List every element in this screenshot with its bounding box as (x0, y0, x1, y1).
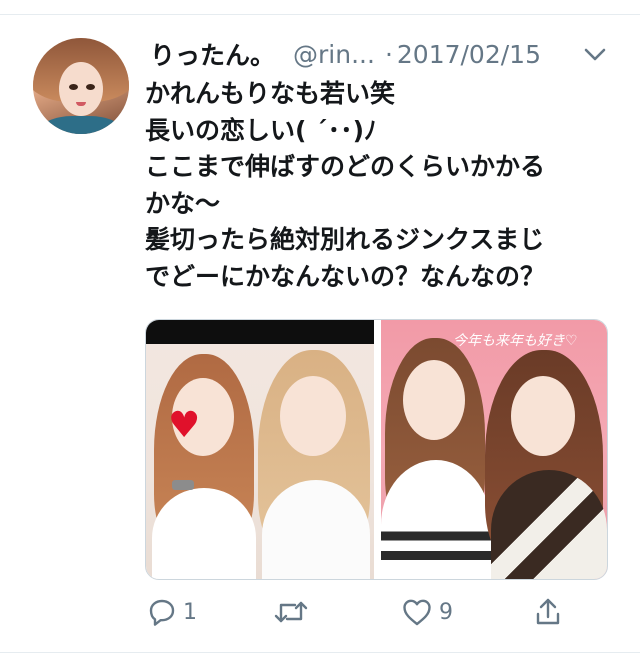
avatar-eye-left (69, 84, 78, 90)
avatar[interactable] (33, 38, 129, 134)
top-divider (0, 14, 640, 15)
reply-count: 1 (183, 599, 197, 625)
photo-black-bar (146, 320, 374, 344)
like-button[interactable]: 9 (401, 590, 453, 634)
avatar-eye-right (86, 84, 95, 90)
display-name[interactable]: りったん。 (150, 36, 275, 72)
photo-right-body-2 (491, 470, 607, 579)
separator: · (384, 39, 393, 69)
photo-right[interactable]: 今年も来年も好き♡ (381, 320, 607, 579)
tweet-text-line: かれんもりなも若い笑 (145, 79, 396, 108)
reply-button[interactable]: 1 (147, 590, 197, 634)
heart-sticker-icon: ♥ (168, 405, 201, 446)
bottom-divider (0, 652, 640, 653)
photo-left-body-2 (262, 480, 370, 579)
like-count: 9 (439, 599, 453, 625)
photo-right-body-1 (381, 460, 491, 579)
user-handle[interactable]: @rin... (293, 40, 375, 69)
tweet-text-line: 髪切ったら絶対別れるジンクスまじ (145, 225, 545, 254)
tweet-text-line: ここまで伸ばすのどのくらいかかる (145, 152, 546, 181)
media-grid: ♥ 今年も来年も好き♡ (145, 319, 608, 580)
retweet-icon (274, 601, 308, 623)
photo-right-face-2 (511, 376, 575, 456)
avatar-face (59, 62, 103, 116)
tweet-date[interactable]: 2017/02/15 (397, 40, 541, 69)
retweet-button[interactable] (273, 590, 315, 634)
avatar-shoulder (39, 116, 123, 134)
heart-icon (403, 599, 431, 626)
photo-caption: 今年も来年も好き♡ (453, 333, 578, 349)
tweet-text-line: でどーにかなんないの？なんなの？ (145, 261, 546, 291)
reply-icon (149, 599, 175, 626)
photo-right-face-1 (403, 360, 465, 440)
watch (172, 480, 194, 490)
tweet-actions: 1 9 (145, 590, 615, 634)
tweet-text-line: かな〜 (145, 188, 221, 218)
chevron-down-icon[interactable] (582, 44, 608, 66)
tweet-text: かれんもりなも若い笑 長いの恋しい( ´･･)ﾉ ここまで伸ばすのどのくらいかか… (145, 76, 615, 295)
tweet-header: りったん。 @rin... · 2017/02/15 (150, 36, 541, 72)
share-icon (536, 598, 560, 625)
photo-left-face-2 (280, 376, 346, 456)
photo-left[interactable]: ♥ (146, 320, 374, 579)
photo-left-body-1 (152, 488, 256, 579)
tweet-text-line: 長いの恋しい( ´･･)ﾉ (145, 115, 377, 145)
share-button[interactable] (533, 590, 563, 634)
